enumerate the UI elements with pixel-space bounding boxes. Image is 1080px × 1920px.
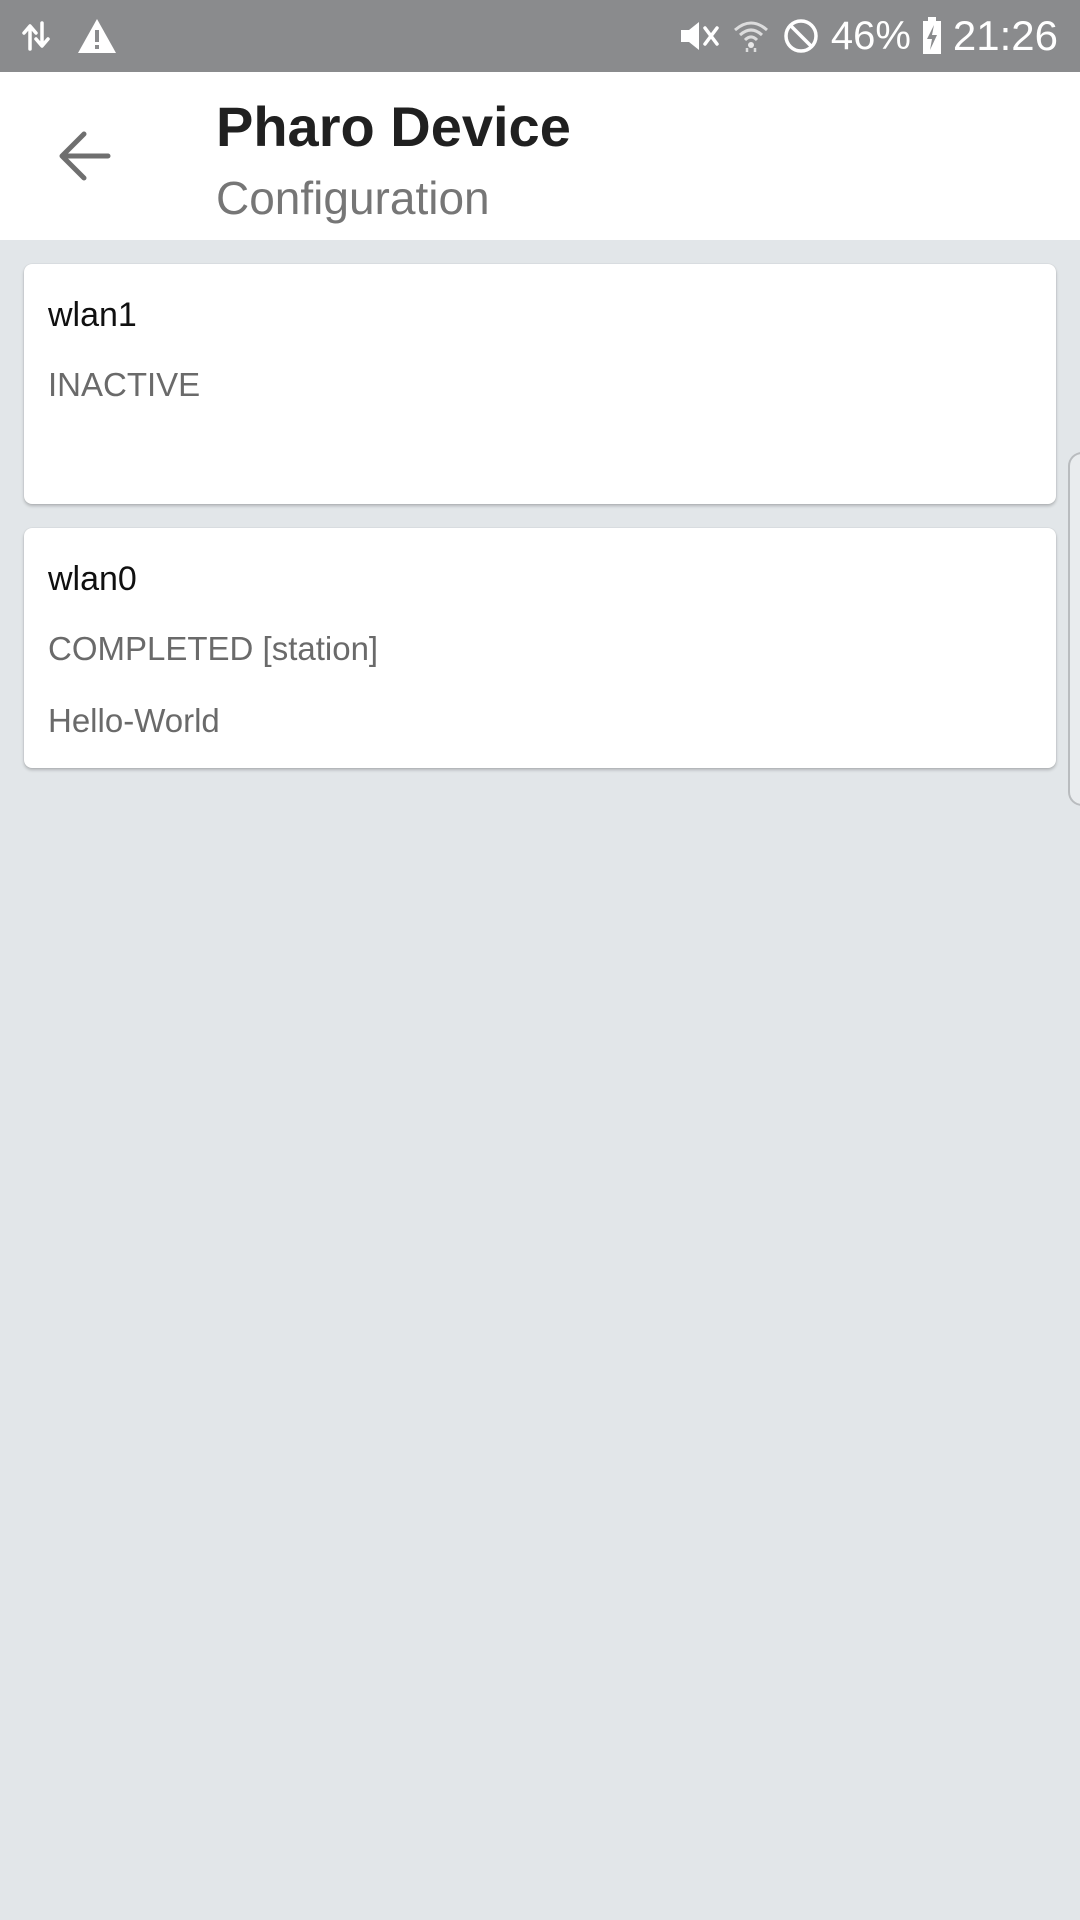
interface-card-wlan0[interactable]: wlan0 COMPLETED [station] Hello-World: [24, 528, 1056, 768]
interface-state: INACTIVE: [48, 366, 201, 403]
clock: 21:26: [952, 12, 1058, 59]
wifi-icon: [731, 16, 771, 56]
app-bar: Pharo Device Configuration: [0, 72, 1080, 240]
back-button[interactable]: [50, 122, 118, 190]
battery-charging-icon: [921, 16, 943, 56]
edge-panel-handle[interactable]: [1068, 452, 1080, 806]
interface-state: COMPLETED [station]: [48, 630, 379, 667]
battery-percent: 46%: [830, 14, 911, 58]
status-bar-left: [22, 14, 118, 58]
warning-icon: [76, 17, 118, 55]
do-not-disturb-icon: [781, 16, 821, 56]
page-title: Pharo Device: [216, 95, 571, 158]
interface-card-wlan1[interactable]: wlan1 INACTIVE: [24, 264, 1056, 504]
data-transfer-icon: [22, 19, 50, 53]
status-bar: 46% 21:26: [0, 0, 1080, 72]
vibrate-icon: [677, 16, 721, 56]
interface-name: wlan0: [48, 560, 137, 598]
interface-ssid: Hello-World: [48, 702, 220, 739]
page-subtitle: Configuration: [216, 172, 490, 224]
interface-name: wlan1: [48, 296, 137, 334]
status-bar-right: 46% 21:26: [677, 8, 1058, 64]
arrow-back-icon: [59, 131, 111, 181]
